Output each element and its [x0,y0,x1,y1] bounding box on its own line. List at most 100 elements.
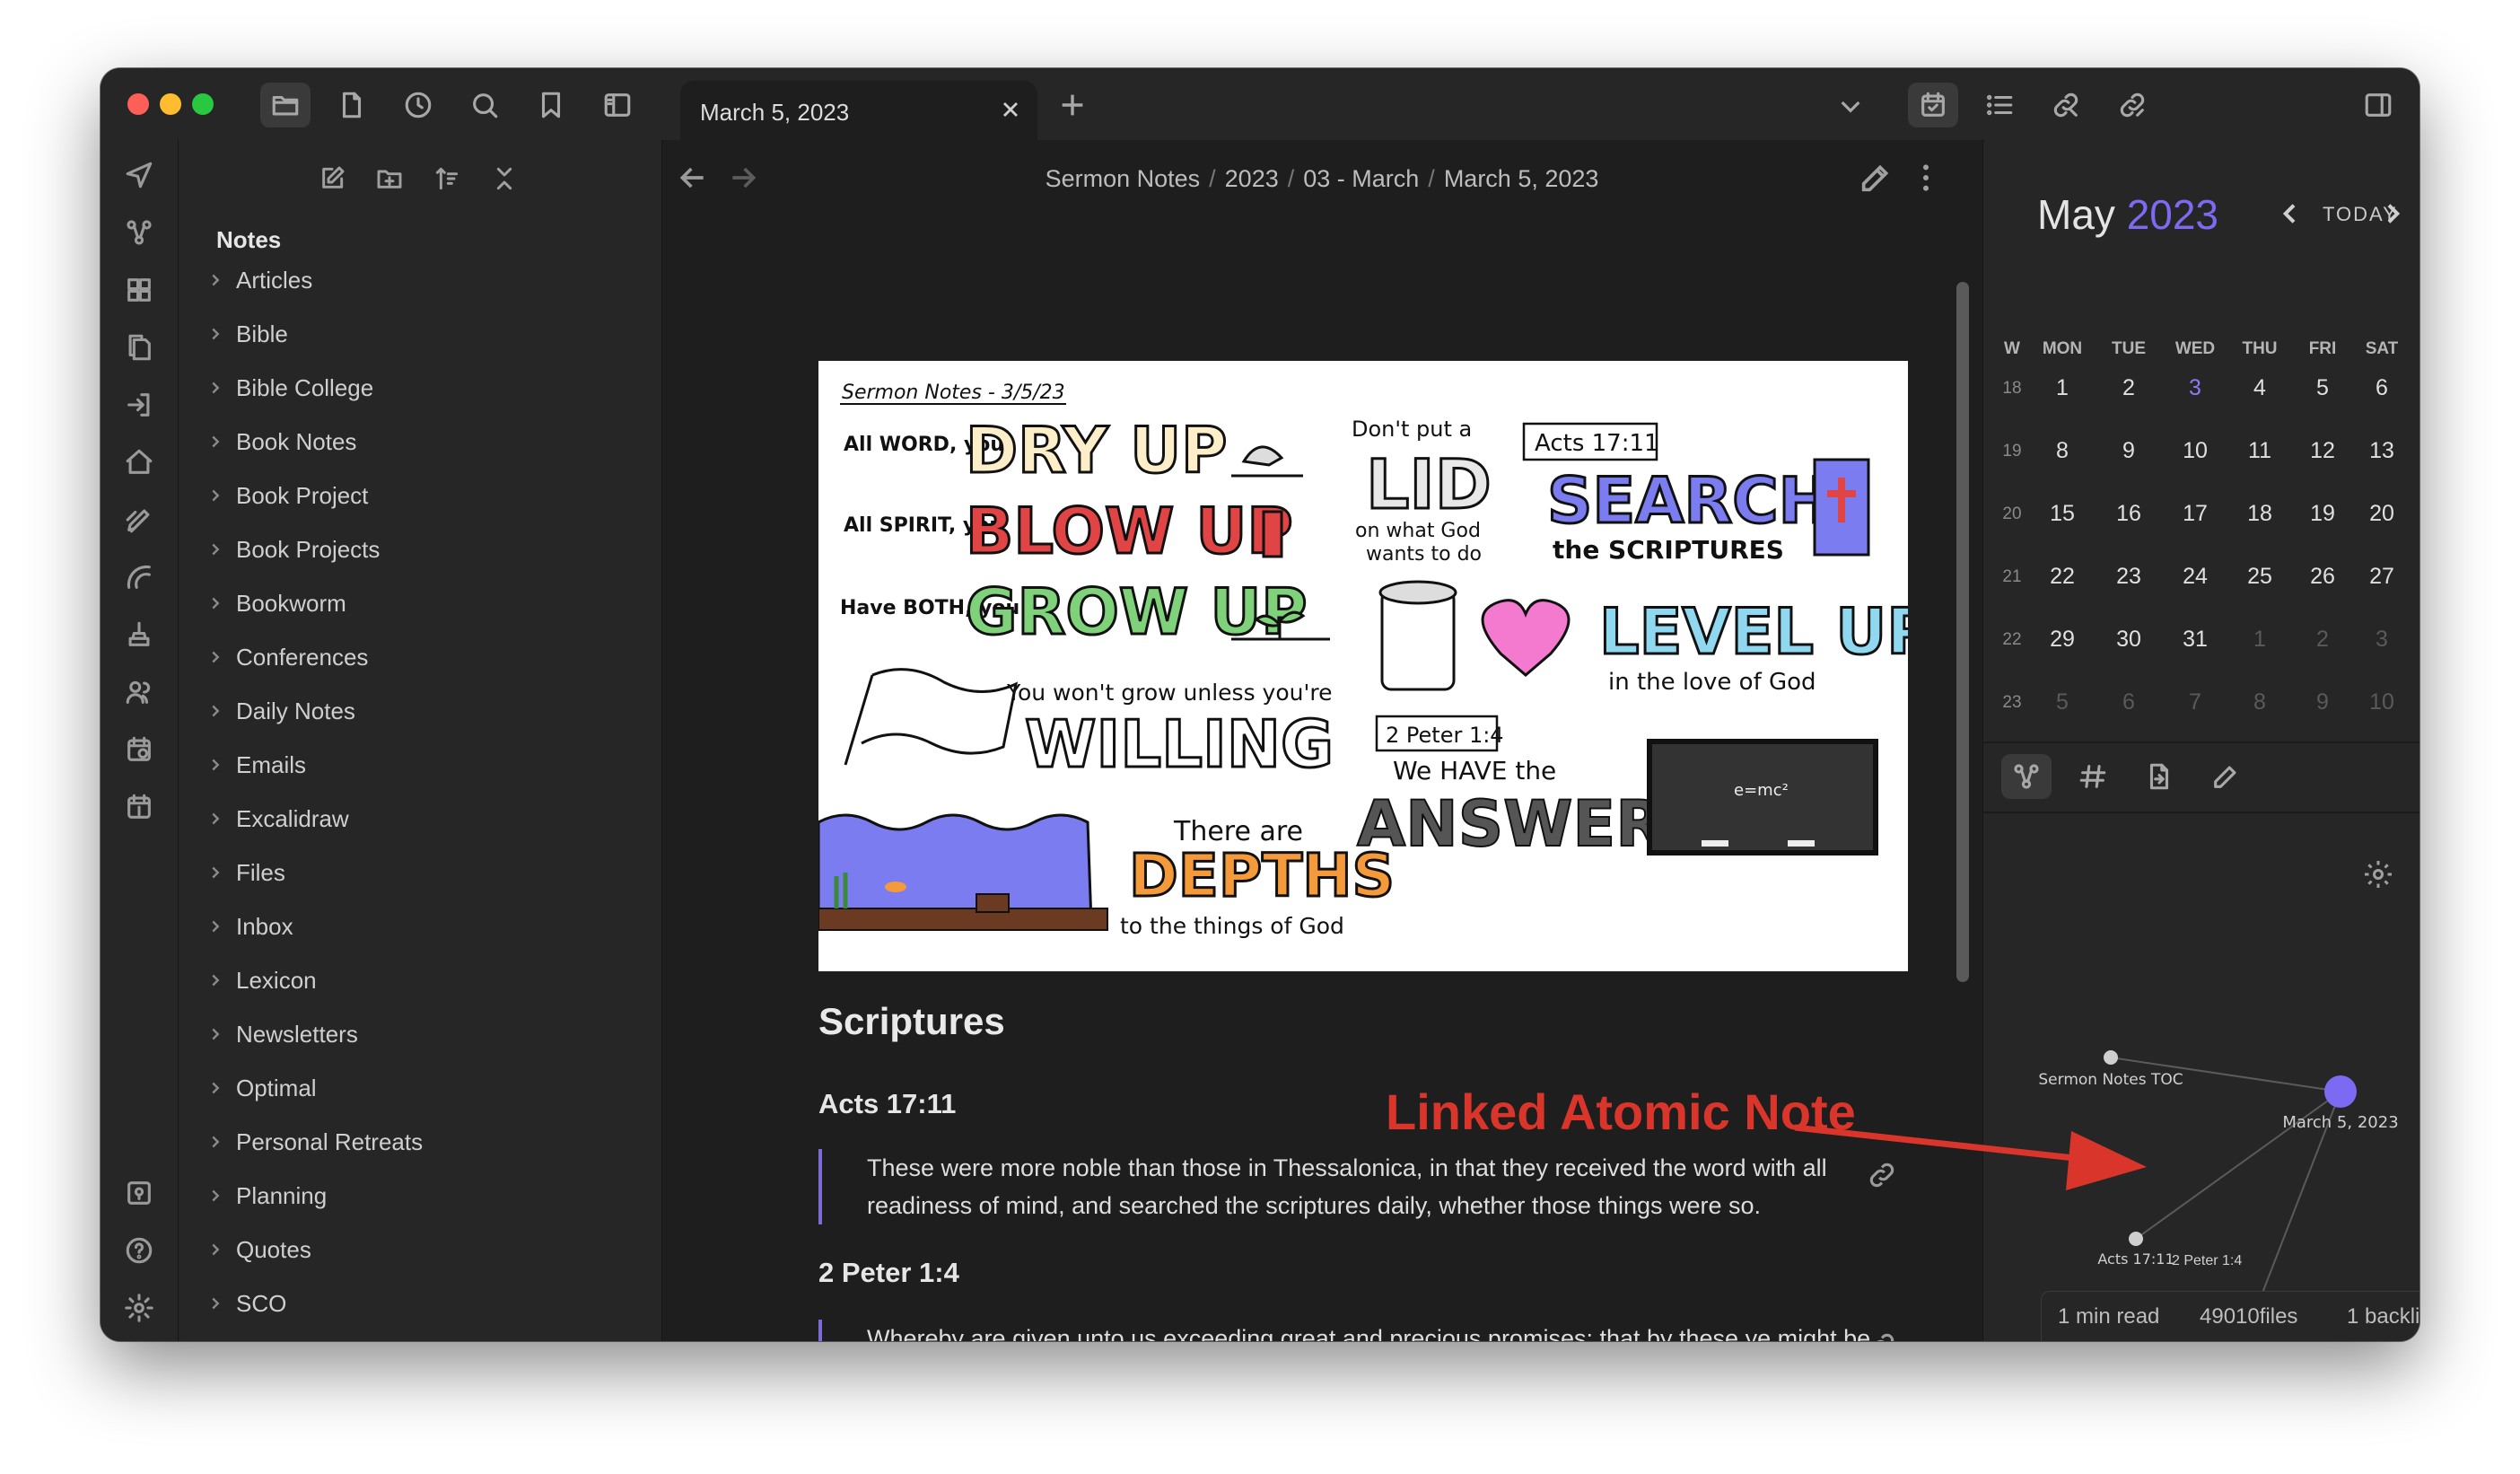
toggle-left-sidebar-button[interactable] [592,83,643,127]
ribbon-periodic-button[interactable] [118,729,160,770]
folder-item[interactable]: Book Project [206,472,618,519]
calendar-day[interactable]: 4 [2236,375,2283,401]
calendar-day[interactable]: 25 [2236,564,2283,590]
calendar-day[interactable]: 31 [2172,627,2218,653]
folder-item[interactable]: Daily Notes [206,688,618,734]
calendar-day[interactable]: 1 [2039,375,2086,401]
calendar-week-number[interactable]: 20 [1994,504,2030,524]
ribbon-help-button[interactable] [118,1230,160,1271]
folder-item[interactable]: Inbox [206,903,618,950]
new-folder-button[interactable] [369,158,410,199]
folder-item[interactable]: Planning [206,1172,618,1219]
calendar-day[interactable]: 9 [2299,689,2346,715]
calendar-day[interactable]: 12 [2299,438,2346,464]
backlinks-view-button[interactable] [2041,83,2091,127]
minimize-window-button[interactable] [160,93,181,115]
calendar-day[interactable]: 19 [2299,501,2346,527]
calendar-week-number[interactable]: 23 [1994,693,2030,713]
ribbon-people-button[interactable] [118,671,160,713]
calendar-day[interactable]: 8 [2236,689,2283,715]
ribbon-arc-button[interactable] [118,557,160,598]
local-graph[interactable]: Sermon Notes TOC March 5, 2023 Acts 17:1… [1983,804,2419,1325]
edit-mode-pencil-icon[interactable] [1858,160,1894,196]
calendar-day[interactable]: 5 [2039,689,2086,715]
calendar-day[interactable]: 24 [2172,564,2218,590]
calendar-day[interactable]: 3 [2358,627,2405,653]
calendar-week-number[interactable]: 22 [1994,630,2030,650]
ribbon-home-button[interactable] [118,442,160,483]
breadcrumb-item[interactable]: 03 - March [1303,165,1419,192]
collapse-all-button[interactable] [484,158,525,199]
folder-item[interactable]: Sermon Notes [206,1334,618,1341]
recent-files-button[interactable] [393,83,443,127]
folder-item[interactable]: Bookworm [206,580,618,627]
calendar-day[interactable]: 8 [2039,438,2086,464]
calendar-day[interactable]: 17 [2172,501,2218,527]
calendar-day[interactable]: 6 [2358,375,2405,401]
calendar-day[interactable]: 6 [2105,689,2152,715]
calendar-day[interactable]: 3 [2172,375,2218,401]
next-month-chevron-right-icon[interactable] [2378,199,2407,228]
new-tab-plus-icon[interactable] [1057,90,1088,120]
breadcrumb-item[interactable]: 2023 [1225,165,1279,192]
previous-month-chevron-left-icon[interactable] [2276,199,2305,228]
close-icon[interactable] [998,97,1023,122]
calendar-day[interactable]: 10 [2358,689,2405,715]
folder-item[interactable]: Files [206,849,618,896]
ribbon-vault-button[interactable] [118,1172,160,1214]
calendar-day[interactable]: 2 [2105,375,2152,401]
zoom-window-button[interactable] [192,93,214,115]
calendar-week-number[interactable]: 21 [1994,567,2030,587]
search-view-button[interactable] [459,83,510,127]
calendar-day[interactable]: 2 [2299,627,2346,653]
ribbon-settings-button[interactable] [118,1287,160,1329]
folder-item[interactable]: Bible [206,311,618,357]
files-view-button[interactable] [260,83,311,127]
folder-item[interactable]: Conferences [206,634,618,680]
calendar-day[interactable]: 11 [2236,438,2283,464]
status-backlinks[interactable]: 1 backlink [2347,1304,2419,1329]
calendar-day[interactable]: 10 [2172,438,2218,464]
calendar-day[interactable]: 9 [2105,438,2152,464]
embed-link-icon[interactable] [1867,1330,1897,1341]
ribbon-stamp-button[interactable] [118,614,160,655]
calendar-day[interactable]: 22 [2039,564,2086,590]
calendar-week-number[interactable]: 18 [1994,379,2030,399]
calendar-day[interactable]: 16 [2105,501,2152,527]
bookmarks-view-button[interactable] [526,83,576,127]
folder-item[interactable]: Book Projects [206,526,618,573]
calendar-day[interactable]: 23 [2105,564,2152,590]
ribbon-daily-note-button[interactable] [118,786,160,828]
calendar-day[interactable]: 26 [2299,564,2346,590]
new-note-view-button[interactable] [327,83,377,127]
calendar-week-number[interactable]: 19 [1994,442,2030,461]
editor-scrollbar[interactable] [1956,282,1969,982]
breadcrumb-item[interactable]: Sermon Notes [1046,165,1201,192]
outgoing-links-view-button[interactable] [2107,83,2157,127]
calendar-day[interactable]: 30 [2105,627,2152,653]
folder-item[interactable]: Personal Retreats [206,1119,618,1165]
calendar-day[interactable]: 27 [2358,564,2405,590]
calendar-day[interactable]: 5 [2299,375,2346,401]
breadcrumb-item[interactable]: March 5, 2023 [1444,165,1599,192]
folder-item[interactable]: Newsletters [206,1011,618,1057]
tab-list-chevron-down-icon[interactable] [1836,92,1865,120]
ribbon-graph-button[interactable] [118,212,160,253]
ribbon-canvas-button[interactable] [118,269,160,311]
folder-item[interactable]: Emails [206,741,618,788]
close-window-button[interactable] [127,93,149,115]
tab-local-graph[interactable] [2001,754,2052,799]
outline-view-button[interactable] [1974,83,2025,127]
ribbon-open-button[interactable] [118,384,160,426]
ribbon-send-button[interactable] [118,154,160,196]
calendar-day[interactable]: 7 [2172,689,2218,715]
tab-tags[interactable] [2068,754,2118,799]
ribbon-excalidraw-button[interactable] [118,499,160,540]
folder-item[interactable]: Excalidraw [206,795,618,842]
new-note-button[interactable] [311,158,353,199]
calendar-day[interactable]: 20 [2358,501,2405,527]
calendar-day[interactable]: 15 [2039,501,2086,527]
tab-march-5-2023[interactable]: March 5, 2023 [680,81,1037,140]
calendar-view-button[interactable] [1908,83,1958,127]
folder-item[interactable]: Quotes [206,1226,618,1273]
